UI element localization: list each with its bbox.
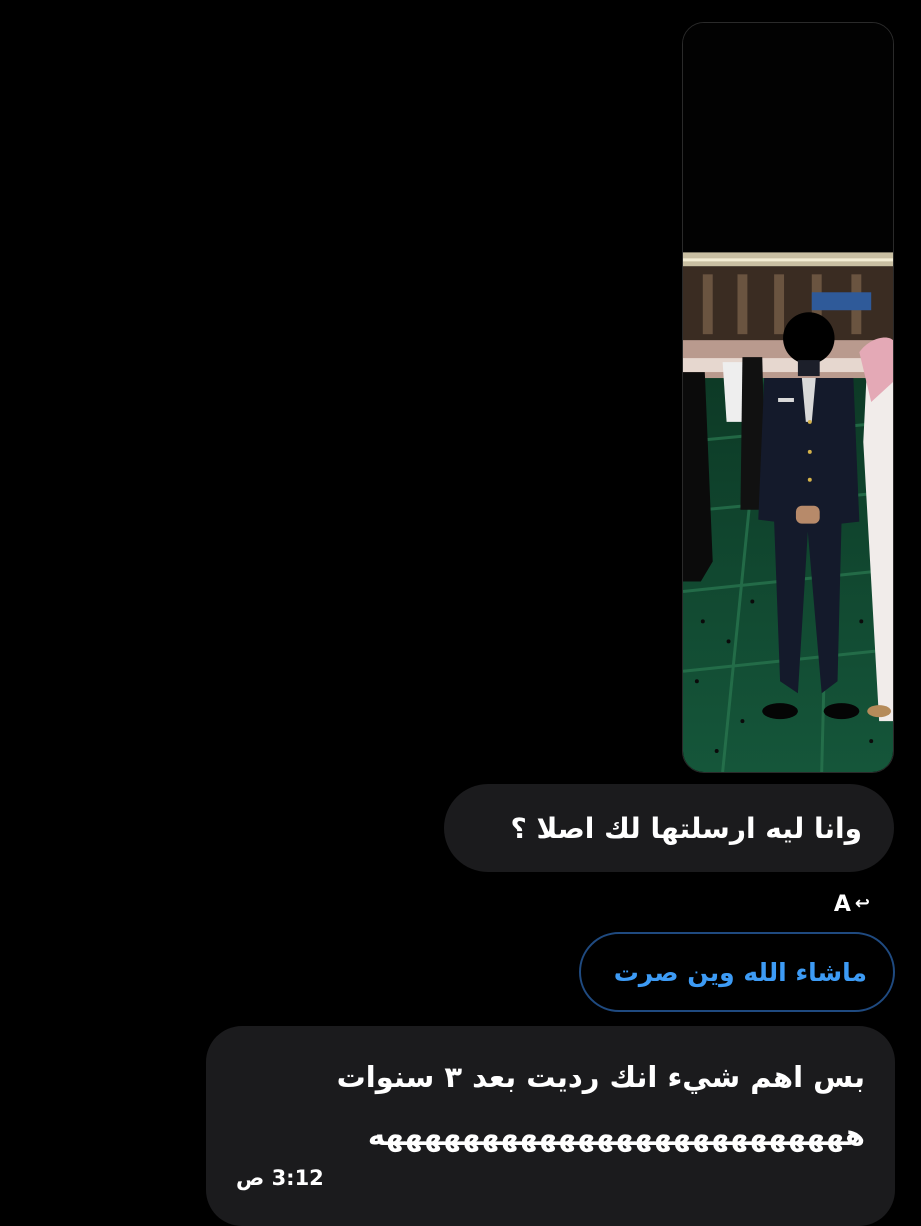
message-text-line: بس اهم شيء انك رديت بعد ٣ سنوات <box>336 1060 865 1094</box>
reply-sender-initial: A <box>833 891 851 917</box>
message-text-line: هههههههههههههههههههههههههه <box>367 1118 865 1152</box>
message-text: وانا ليه ارسلتها لك اصلا ؟ <box>510 811 862 845</box>
photo-attachment[interactable] <box>682 22 894 773</box>
message-timestamp: 3:12 ص <box>236 1166 324 1190</box>
reply-arrow-icon: ↩ <box>854 893 870 914</box>
message-bubble[interactable]: بس اهم شيء انك رديت بعد ٣ سنوات هههههههه… <box>206 1026 895 1226</box>
message-bubble[interactable]: وانا ليه ارسلتها لك اصلا ؟ <box>444 784 894 872</box>
quoted-message[interactable]: ماشاء الله وين صرت <box>579 932 895 1012</box>
photo-image <box>683 23 893 772</box>
quoted-message-text: ماشاء الله وين صرت <box>613 957 867 987</box>
reply-indicator: A ↩ <box>818 889 870 919</box>
